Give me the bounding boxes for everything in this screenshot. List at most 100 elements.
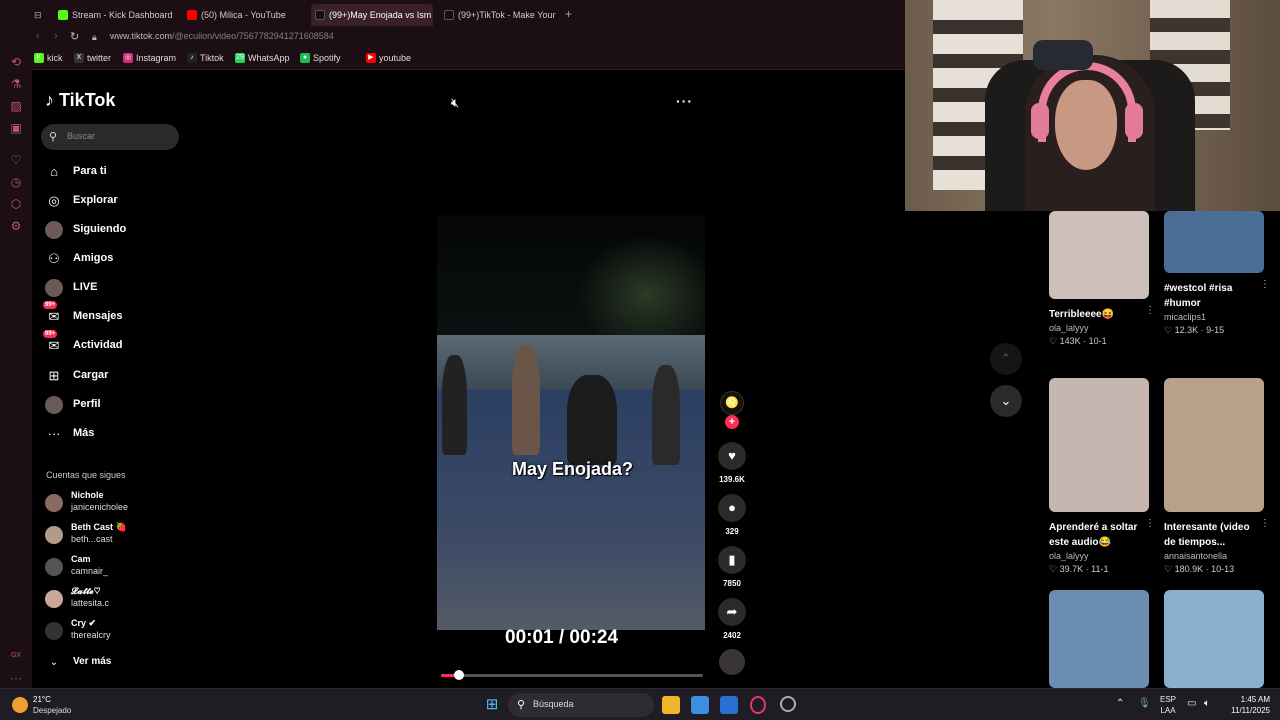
mute-icon[interactable]: 🔇︎: [451, 95, 459, 111]
share-icon[interactable]: ➦: [718, 598, 746, 626]
network-icon[interactable]: ▭: [1187, 698, 1196, 709]
followed-account[interactable]: Nichole janicenicholee: [45, 490, 175, 518]
tray-chevron-icon[interactable]: ⌃: [1116, 698, 1124, 709]
back-icon[interactable]: ‹: [36, 30, 40, 42]
share-action[interactable]: ➦ 2402: [718, 598, 746, 640]
see-more-button[interactable]: ⌄ Ver más: [45, 652, 175, 674]
forward-icon[interactable]: ›: [54, 30, 58, 42]
clock-icon[interactable]: ◷: [8, 174, 24, 190]
bookmark-instagram[interactable]: ◎ Instagram: [123, 53, 176, 63]
heart-icon[interactable]: ♥: [718, 442, 746, 470]
more-icon[interactable]: ···: [8, 670, 24, 686]
messenger-icon[interactable]: ▣: [8, 120, 24, 136]
comment-icon[interactable]: ●: [718, 494, 746, 522]
comment-action[interactable]: ● 329: [718, 494, 746, 536]
windows-start-icon[interactable]: ⊞: [483, 696, 501, 714]
bookmark-icon[interactable]: ▮: [718, 546, 746, 574]
creator-avatar[interactable]: ♌: [720, 391, 744, 415]
save-action[interactable]: ▮ 7850: [718, 546, 746, 588]
store-icon[interactable]: [691, 696, 709, 714]
more-options-icon[interactable]: ⋮: [1145, 305, 1155, 316]
nav-item-más[interactable]: ··· Más: [45, 423, 175, 445]
extensions-icon[interactable]: ⬡: [8, 196, 24, 212]
opera-icon[interactable]: [780, 696, 796, 712]
followed-account[interactable]: Cam camnair_: [45, 554, 175, 582]
video-thumbnail[interactable]: [1164, 378, 1264, 512]
favorites-icon[interactable]: ♡: [8, 152, 24, 168]
new-tab-icon[interactable]: +: [565, 8, 572, 20]
pinboard-icon[interactable]: ▨: [8, 98, 24, 114]
bookmark-twitter[interactable]: Xtwitter: [74, 53, 111, 63]
followed-account[interactable]: 𝓛𝓪𝓽𝓽𝓮♡ lattesita.c: [45, 586, 175, 614]
more-options-icon[interactable]: ···: [676, 93, 693, 109]
twitch-icon[interactable]: ⚗: [8, 76, 24, 92]
next-video-button[interactable]: ⌄: [990, 385, 1022, 417]
nav-item-amigos[interactable]: ⚇ Amigos: [45, 248, 175, 270]
like-action[interactable]: ♥ 139.6K: [718, 442, 746, 484]
opera-gx-icon[interactable]: [750, 696, 766, 714]
recommended-video[interactable]: [1049, 590, 1149, 688]
video-author[interactable]: ola_lalyyy: [1049, 323, 1149, 333]
more-options-icon[interactable]: ⋮: [1260, 518, 1270, 529]
nav-item-explorar[interactable]: ◎ Explorar: [45, 190, 175, 212]
tab-youtube[interactable]: (50) Milica - YouTube: [183, 4, 305, 26]
file-explorer-icon[interactable]: [662, 696, 680, 714]
video-author[interactable]: annaisantonella: [1164, 551, 1264, 561]
follow-plus-icon[interactable]: +: [725, 415, 739, 429]
window-icon[interactable]: ⊟: [32, 4, 50, 26]
recommended-video[interactable]: #westcol #risa #humor ⋮ micaclips1 ♡ 12.3K …: [1164, 211, 1270, 336]
nav-item-para-ti[interactable]: ⌂ Para ti: [45, 161, 175, 183]
progress-handle[interactable]: [454, 670, 465, 680]
tab-tiktok-video[interactable]: (99+)May Enojada vs Ism: [311, 4, 433, 26]
tab-kick[interactable]: Stream - Kick Dashboard: [54, 4, 180, 26]
taskbar-search[interactable]: ⚲ Búsqueda: [508, 693, 654, 717]
tab-tiktok-home[interactable]: (99+)TikTok - Make Your: [440, 4, 558, 26]
video-thumbnail[interactable]: [1049, 211, 1149, 299]
bookmark-spotify[interactable]: ● Spotify: [300, 53, 341, 63]
recommended-video[interactable]: Terribleeee😝 ⋮ ola_lalyyy ♡ 143K · 10-1: [1049, 211, 1155, 347]
bookmark-kick[interactable]: Kkick: [34, 53, 63, 63]
nav-item-live[interactable]: ● LIVE: [45, 277, 175, 299]
search-input[interactable]: ⚲ Buscar: [41, 124, 179, 150]
followed-account[interactable]: Beth Cast 🍓 beth...cast: [45, 522, 175, 550]
language-indicator[interactable]: ESP LAA: [1158, 694, 1178, 716]
recommended-video[interactable]: Interesante (video de tiempos... ⋮ annaisa…: [1164, 378, 1270, 575]
recommended-video[interactable]: Aprenderé a soltar este audio😂 ⋮ ola_lalyy…: [1049, 378, 1155, 575]
video-author[interactable]: ola_lalyyy: [1049, 551, 1149, 561]
browser-sidebar: ⟲ ⚗ ▨ ▣ ♡ ◷ ⬡ ⚙ GX ···: [0, 0, 32, 688]
settings-icon[interactable]: ⚙: [8, 218, 24, 234]
mail-icon[interactable]: [720, 696, 738, 714]
nav-item-actividad[interactable]: ✉ 99+ Actividad: [43, 330, 175, 357]
video-thumbnail[interactable]: [1049, 378, 1149, 512]
bookmark-whatsapp[interactable]: 29 WhatsApp: [235, 53, 290, 63]
nav-item-siguiendo[interactable]: ● Siguiendo: [45, 219, 175, 241]
heart-outline-icon: ♡: [1164, 325, 1173, 335]
more-options-icon[interactable]: ⋮: [1145, 518, 1155, 529]
video-author[interactable]: micaclips1: [1164, 312, 1264, 322]
followed-account[interactable]: Cry ✔ therealcry: [45, 618, 175, 646]
music-disc-icon[interactable]: [719, 649, 745, 675]
recommended-video[interactable]: [1164, 590, 1264, 688]
tiktok-logo[interactable]: ♪ TikTok: [45, 90, 115, 111]
clock[interactable]: 1:45 AM 11/11/2025: [1224, 694, 1270, 716]
video-progress-bar[interactable]: [441, 670, 703, 680]
reload-icon[interactable]: ↻: [70, 30, 79, 43]
volume-icon[interactable]: 🔈︎: [1204, 698, 1210, 709]
video-player[interactable]: [437, 215, 705, 630]
bookmark-label: kick: [47, 53, 63, 63]
history-icon[interactable]: ⟲: [8, 54, 24, 70]
bookmark-tiktok[interactable]: ♪ Tiktok: [187, 53, 224, 63]
nav-item-mensajes[interactable]: ✉ 99+ Mensajes: [43, 301, 175, 328]
bookmark-youtube[interactable]: ▶ youtube: [366, 53, 411, 63]
address-bar: ‹ › ↻ 🔒︎ www.tiktok.com/@eculion/video/7…: [32, 28, 905, 48]
mic-icon[interactable]: 🎙︎: [1138, 698, 1151, 709]
nav-item-cargar[interactable]: ⊞ Cargar: [45, 365, 175, 387]
previous-video-button[interactable]: ⌃: [990, 343, 1022, 375]
video-thumbnail[interactable]: [1049, 590, 1149, 688]
url-field[interactable]: www.tiktok.com/@eculion/video/7567782941…: [110, 31, 334, 41]
more-options-icon[interactable]: ⋮: [1260, 279, 1270, 290]
weather-desc: Despejado: [33, 706, 72, 715]
nav-item-perfil[interactable]: ● Perfil: [45, 394, 175, 416]
video-thumbnail[interactable]: [1164, 211, 1264, 273]
video-thumbnail[interactable]: [1164, 590, 1264, 688]
